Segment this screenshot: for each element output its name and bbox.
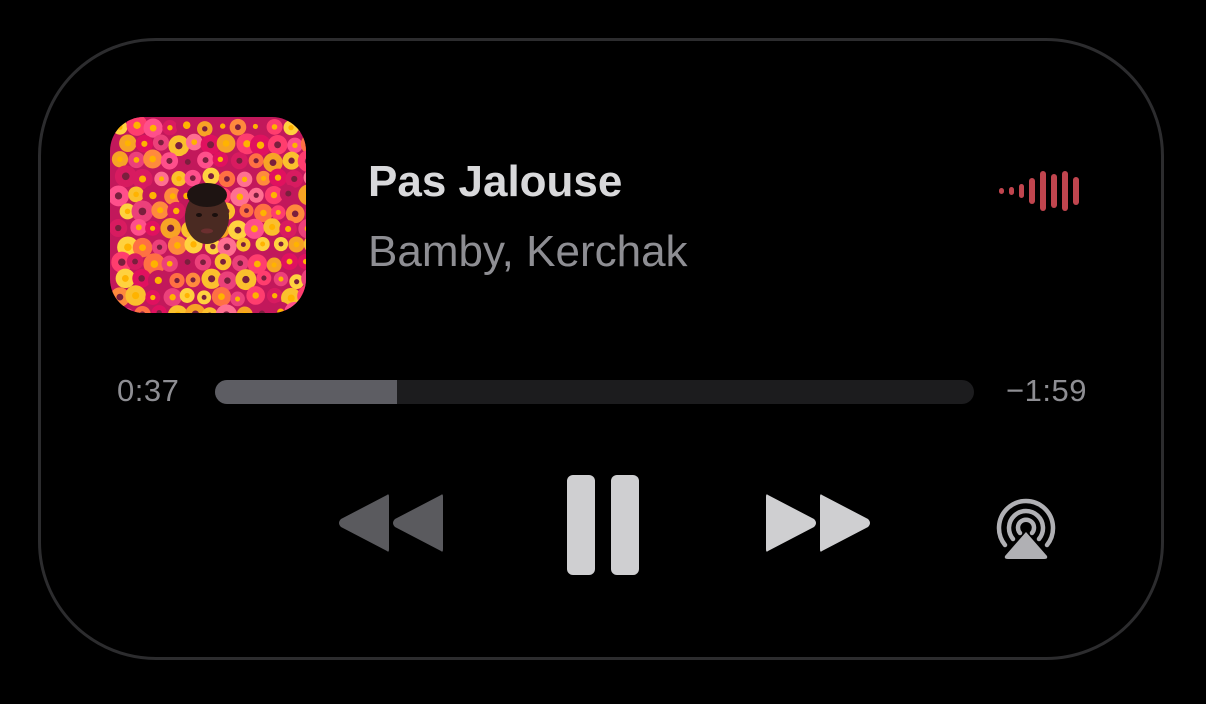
now-playing-widget: Pas Jalouse Bamby, Kerchak 0:37 −1:59 xyxy=(38,38,1164,660)
airplay-button[interactable] xyxy=(991,498,1061,560)
audio-waveform-icon xyxy=(999,169,1085,213)
progress-fill xyxy=(215,380,398,404)
album-artwork[interactable] xyxy=(110,117,306,313)
album-art-image xyxy=(110,117,306,313)
fast-forward-icon xyxy=(766,494,870,552)
pause-icon xyxy=(567,475,639,575)
elapsed-time: 0:37 xyxy=(117,373,180,408)
track-title: Pas Jalouse xyxy=(368,157,623,206)
fast-forward-button[interactable] xyxy=(762,489,874,557)
pause-button[interactable] xyxy=(563,473,643,577)
rewind-button[interactable] xyxy=(335,489,447,557)
progress-scrubber[interactable] xyxy=(215,380,974,404)
track-artist: Bamby, Kerchak xyxy=(368,227,688,276)
remaining-time: −1:59 xyxy=(1006,373,1087,408)
airplay-icon xyxy=(996,498,1056,559)
rewind-icon xyxy=(339,494,443,552)
